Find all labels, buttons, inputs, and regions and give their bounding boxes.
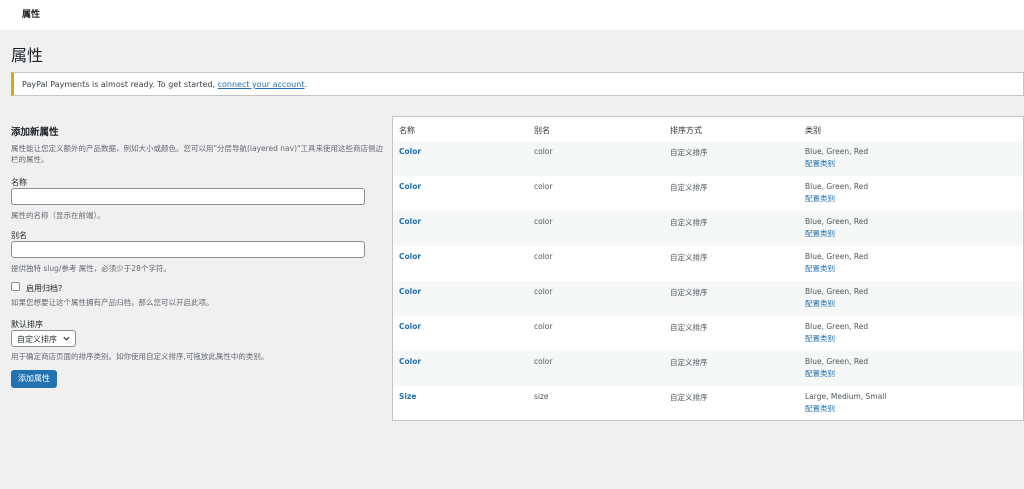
attribute-slug: color — [534, 217, 553, 226]
attribute-name-link[interactable]: Color — [399, 252, 421, 261]
attribute-name-link[interactable]: Color — [399, 182, 421, 191]
form-intro: 属性能让您定义额外的产品数据，例如大小或颜色。您可以用"分层导航(layered… — [11, 144, 383, 164]
name-label: 名称 — [11, 178, 27, 187]
notice-message: PayPal Payments is almost ready. To get … — [22, 80, 216, 89]
attribute-order: 自定义排序 — [670, 393, 708, 402]
attribute-name-link[interactable]: Size — [399, 392, 416, 401]
table-header: 名称 别名 排序方式 类别 — [393, 117, 1023, 142]
configure-terms-link[interactable]: 配置类别 — [805, 298, 868, 309]
attribute-name-link[interactable]: Color — [399, 217, 421, 226]
attribute-order: 自定义排序 — [670, 323, 708, 332]
table-row: Color color 自定义排序 Blue, Green, Red 配置类别 — [393, 351, 1023, 386]
table-row: Size size 自定义排序 Large, Medium, Small 配置类别 — [393, 386, 1023, 421]
terms-list: Blue, Green, Red — [805, 322, 869, 331]
table-row: Color color 自定义排序 Blue, Green, Red 配置类别 — [393, 246, 1023, 281]
attribute-slug: color — [534, 252, 553, 261]
configure-terms-link[interactable]: 配置类别 — [805, 333, 868, 344]
configure-terms-link[interactable]: 配置类别 — [805, 403, 886, 414]
header-terms: 类别 — [805, 126, 821, 135]
table-row: Color color 自定义排序 Blue, Green, Red 配置类别 — [393, 176, 1023, 211]
configure-terms-link[interactable]: 配置类别 — [805, 228, 868, 239]
table-row: Color color 自定义排序 Blue, Green, Red 配置类别 — [393, 316, 1023, 351]
page-title: 属性 — [11, 46, 44, 65]
attribute-name-link[interactable]: Color — [399, 357, 421, 366]
attribute-slug: color — [534, 287, 553, 296]
header-order: 排序方式 — [670, 126, 702, 135]
form-heading: 添加新属性 — [11, 127, 59, 138]
attribute-terms: Blue, Green, Red 配置类别 — [805, 322, 868, 344]
attribute-slug: color — [534, 147, 553, 156]
terms-list: Blue, Green, Red — [805, 252, 869, 261]
attribute-terms: Blue, Green, Red 配置类别 — [805, 357, 868, 379]
attribute-order: 自定义排序 — [670, 358, 708, 367]
configure-terms-link[interactable]: 配置类别 — [805, 158, 868, 169]
attribute-order: 自定义排序 — [670, 288, 708, 297]
terms-list: Blue, Green, Red — [805, 182, 869, 191]
header-name: 名称 — [399, 126, 415, 135]
attribute-slug: size — [534, 392, 549, 401]
terms-list: Large, Medium, Small — [805, 392, 887, 401]
chevron-down-icon — [63, 336, 70, 341]
attribute-order: 自定义排序 — [670, 148, 708, 157]
attribute-order: 自定义排序 — [670, 253, 708, 262]
enable-archive-label: 启用归档? — [26, 284, 63, 293]
connect-account-link[interactable]: connect your account — [218, 80, 305, 89]
attribute-name-link[interactable]: Color — [399, 147, 421, 156]
attribute-slug: color — [534, 357, 553, 366]
attribute-order: 自定义排序 — [670, 218, 708, 227]
default-order-value: 自定义排序 — [17, 335, 57, 344]
slug-input[interactable] — [11, 241, 365, 258]
attribute-terms: Blue, Green, Red 配置类别 — [805, 182, 868, 204]
notice-text: PayPal Payments is almost ready. To get … — [22, 80, 307, 89]
enable-archive-checkbox[interactable] — [11, 282, 20, 291]
configure-terms-link[interactable]: 配置类别 — [805, 193, 868, 204]
slug-help: 提供独特 slug/参考 属性，必须少于28个字符。 — [11, 264, 171, 273]
terms-list: Blue, Green, Red — [805, 357, 869, 366]
header-slug: 别名 — [534, 126, 550, 135]
attribute-terms: Blue, Green, Red 配置类别 — [805, 287, 868, 309]
attribute-name-link[interactable]: Color — [399, 322, 421, 331]
attribute-terms: Blue, Green, Red 配置类别 — [805, 217, 868, 239]
slug-label: 别名 — [11, 231, 27, 240]
terms-list: Blue, Green, Red — [805, 217, 869, 226]
default-order-select[interactable]: 自定义排序 — [11, 330, 76, 347]
attribute-name-link[interactable]: Color — [399, 287, 421, 296]
top-bar: 属性 — [0, 0, 1024, 30]
attribute-terms: Blue, Green, Red 配置类别 — [805, 252, 868, 274]
configure-terms-link[interactable]: 配置类别 — [805, 263, 868, 274]
name-help: 属性的名称（显示在前端）。 — [11, 211, 105, 220]
name-input[interactable] — [11, 188, 365, 205]
table-row: Color color 自定义排序 Blue, Green, Red 配置类别 — [393, 211, 1023, 246]
configure-terms-link[interactable]: 配置类别 — [805, 368, 868, 379]
notice-suffix: . — [304, 80, 308, 89]
order-help: 用于确定商店页面的排序类别。如你使用自定义排序,可拖放此属性中的类别。 — [11, 352, 269, 361]
top-bar-title: 属性 — [22, 10, 41, 20]
attribute-slug: color — [534, 182, 553, 191]
archive-help: 如果您想要让这个属性拥有产品归档，那么您可以开启此项。 — [11, 298, 214, 307]
table-row: Color color 自定义排序 Blue, Green, Red 配置类别 — [393, 141, 1023, 176]
terms-list: Blue, Green, Red — [805, 147, 869, 156]
attribute-order: 自定义排序 — [670, 183, 708, 192]
add-attribute-button[interactable]: 添加属性 — [11, 370, 57, 388]
paypal-notice: PayPal Payments is almost ready. To get … — [11, 72, 1024, 96]
attribute-slug: color — [534, 322, 553, 331]
default-order-label: 默认排序 — [11, 320, 43, 329]
attribute-terms: Large, Medium, Small 配置类别 — [805, 392, 886, 414]
terms-list: Blue, Green, Red — [805, 287, 869, 296]
attribute-terms: Blue, Green, Red 配置类别 — [805, 147, 868, 169]
table-row: Color color 自定义排序 Blue, Green, Red 配置类别 — [393, 281, 1023, 316]
attributes-table: 名称 别名 排序方式 类别 Color color 自定义排序 Blue, Gr… — [392, 116, 1024, 421]
